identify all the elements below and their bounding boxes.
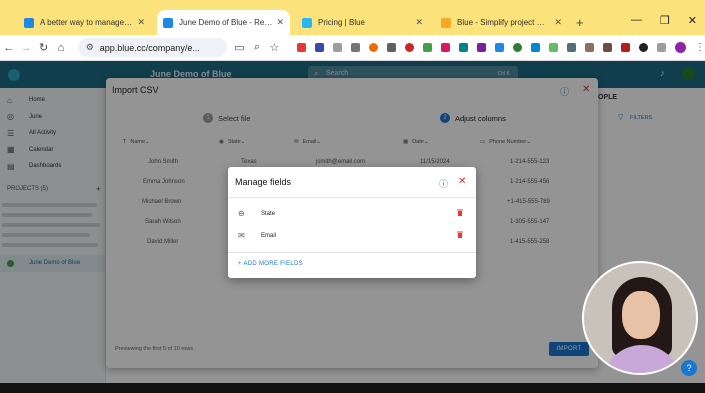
- tab-close-icon[interactable]: ✕: [554, 17, 562, 28]
- blue-favicon-icon: [302, 17, 312, 28]
- add-more-fields-button[interactable]: + ADD MORE FIELDS: [238, 261, 303, 267]
- tab-close-icon[interactable]: ✕: [276, 17, 284, 28]
- new-tab-button[interactable]: +: [576, 10, 584, 35]
- extension-icon[interactable]: [495, 43, 505, 52]
- browser-tab[interactable]: A better way to manage projec ✕: [18, 10, 151, 35]
- bookmark-star-icon[interactable]: ☆: [266, 41, 283, 54]
- extension-icon[interactable]: [567, 43, 577, 52]
- screen: A better way to manage projec ✕ June Dem…: [0, 0, 705, 393]
- reload-icon[interactable]: ↻: [35, 41, 52, 54]
- site-info-icon[interactable]: ⚙: [86, 42, 94, 53]
- youtube-extension-icon[interactable]: [297, 43, 307, 52]
- tab-close-icon[interactable]: ✕: [415, 17, 423, 28]
- browser-tab-active[interactable]: June Demo of Blue - Records ✕: [157, 10, 290, 35]
- extension-icon[interactable]: [621, 43, 631, 52]
- tab-close-icon[interactable]: ✕: [137, 17, 145, 28]
- blue-favicon-icon: [163, 17, 173, 28]
- manage-fields-dialog: Manage fields ⓘ ✕ ⊖ State ✉ Email + ADD …: [228, 167, 476, 278]
- presenter-face: [622, 291, 660, 339]
- folder-favicon-icon: [441, 17, 451, 28]
- dialog-title: Manage fields: [235, 177, 292, 187]
- envelope-icon: ✉: [238, 231, 245, 240]
- extension-icon[interactable]: [513, 43, 523, 52]
- extension-icon[interactable]: [441, 43, 451, 52]
- camera-extension-icon[interactable]: [351, 43, 361, 52]
- extension-icon[interactable]: [459, 43, 469, 52]
- extension-icon[interactable]: [423, 43, 433, 52]
- extension-icon[interactable]: [639, 43, 649, 52]
- browser-tab[interactable]: Pricing | Blue ✕: [296, 10, 429, 35]
- dropdown-circle-icon: ⊖: [238, 209, 245, 218]
- divider: [228, 197, 476, 198]
- address-bar[interactable]: ⚙ app.blue.cc/company/e...: [77, 38, 227, 57]
- tab-title: June Demo of Blue - Records: [179, 18, 273, 27]
- extension-icon[interactable]: [333, 43, 343, 52]
- trash-icon[interactable]: [457, 231, 463, 238]
- minimize-icon[interactable]: —: [631, 14, 642, 27]
- browser-toolbar: ← → ↻ ⌂ ⚙ app.blue.cc/company/e... ▭ ⌕ ☆: [0, 35, 705, 61]
- url-text: app.blue.cc/company/e...: [99, 42, 200, 53]
- close-icon[interactable]: ✕: [458, 176, 466, 187]
- maximize-icon[interactable]: ❐: [660, 14, 670, 27]
- zoom-icon[interactable]: ⌕: [248, 41, 265, 54]
- taskbar-strip: [0, 383, 705, 393]
- extension-icon[interactable]: [549, 43, 559, 52]
- profile-avatar-icon[interactable]: [675, 42, 687, 53]
- field-label: State: [261, 211, 276, 217]
- blue-favicon-icon: [24, 17, 34, 28]
- trash-icon[interactable]: [457, 209, 463, 216]
- tab-title: Blue - Simplify project manage: [457, 18, 550, 27]
- extension-icon[interactable]: [369, 43, 379, 52]
- forward-icon[interactable]: →: [17, 42, 34, 54]
- puzzle-extensions-icon[interactable]: [657, 43, 667, 52]
- extension-icon[interactable]: [315, 43, 325, 52]
- field-label: Email: [261, 233, 277, 239]
- extension-icon[interactable]: [531, 43, 541, 52]
- extension-icon[interactable]: [603, 43, 613, 52]
- field-row: ⊖ State: [228, 207, 476, 221]
- extension-icon[interactable]: [477, 43, 487, 52]
- browser-tab-bar: A better way to manage projec ✕ June Dem…: [0, 0, 705, 35]
- field-row: ✉ Email: [228, 229, 476, 243]
- help-icon[interactable]: ⓘ: [439, 177, 448, 190]
- tab-title: A better way to manage projec: [40, 18, 134, 27]
- home-icon[interactable]: ⌂: [52, 42, 69, 54]
- back-icon[interactable]: ←: [0, 42, 17, 54]
- webcam-overlay: [582, 261, 698, 375]
- tab-title: Pricing | Blue: [318, 18, 365, 27]
- mic-extension-icon[interactable]: [387, 43, 397, 52]
- extension-icon[interactable]: [405, 43, 415, 52]
- extensions-row: ⋮: [297, 42, 705, 53]
- close-window-icon[interactable]: ✕: [688, 14, 697, 27]
- cast-icon[interactable]: ▭: [231, 41, 248, 54]
- divider: [228, 252, 476, 253]
- browser-tab[interactable]: Blue - Simplify project manage ✕: [435, 10, 568, 35]
- menu-kebab-icon[interactable]: ⋮: [695, 42, 705, 53]
- window-controls: — ❐ ✕: [631, 14, 697, 27]
- help-chat-button[interactable]: ?: [681, 360, 697, 376]
- extension-icon[interactable]: [585, 43, 595, 52]
